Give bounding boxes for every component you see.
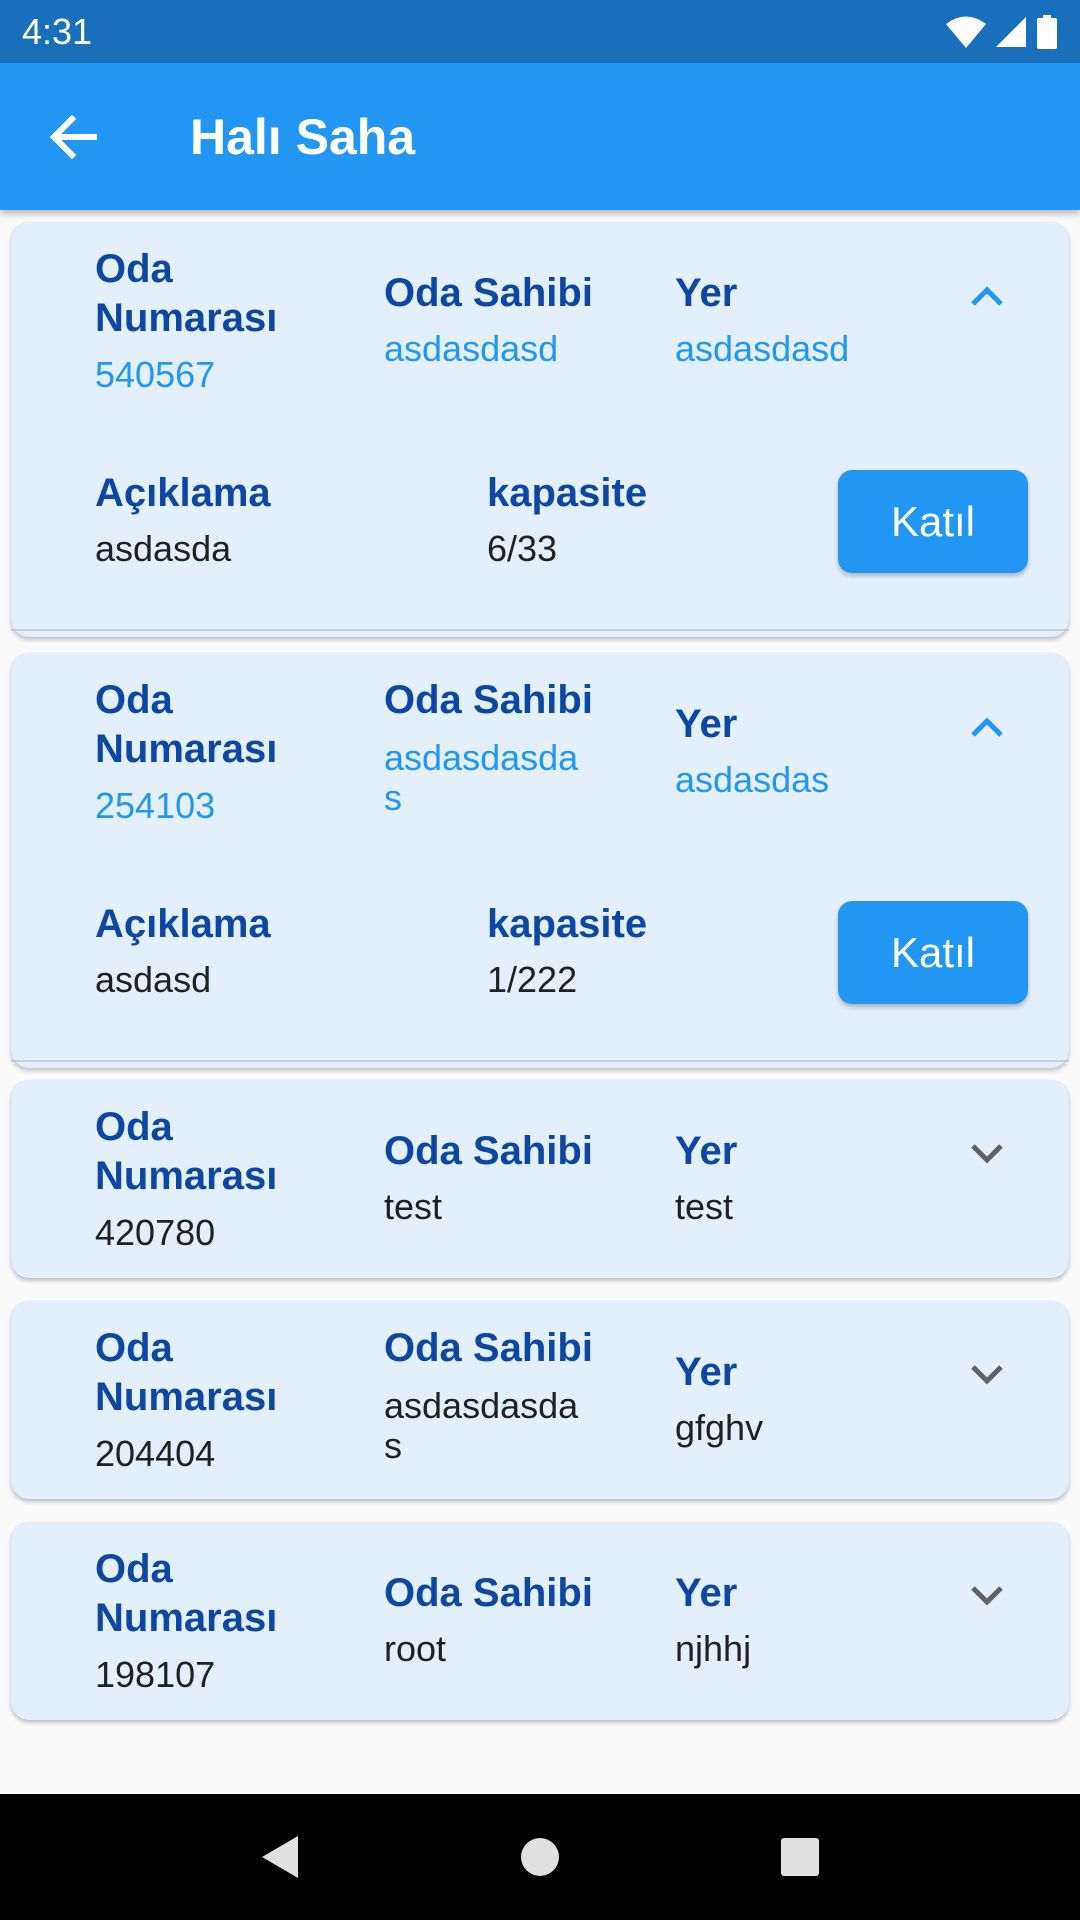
- divider: [11, 1060, 1069, 1062]
- triangle-back-icon: [262, 1836, 298, 1878]
- arrow-back-icon: [50, 114, 97, 159]
- room-list[interactable]: Oda Numarası 540567 Oda Sahibi asdasdasd…: [0, 210, 1080, 1794]
- nav-back-button[interactable]: [235, 1812, 325, 1902]
- room-card[interactable]: Oda Numarası 540567 Oda Sahibi asdasdasd…: [11, 222, 1069, 637]
- location-label: Yer: [675, 702, 738, 746]
- back-button[interactable]: [0, 63, 148, 210]
- join-button[interactable]: Katıl: [838, 901, 1028, 1004]
- description-label: Açıklama: [95, 902, 271, 946]
- room-owner-value: test: [384, 1186, 443, 1227]
- room-owner-value: asdasdasdas: [384, 737, 579, 818]
- system-nav-bar: [0, 1794, 1080, 1920]
- square-recents-icon: [781, 1838, 819, 1876]
- room-owner-label: Oda Sahibi: [384, 1129, 593, 1173]
- room-owner-label: Oda Sahibi: [384, 1326, 593, 1370]
- collapse-button[interactable]: [955, 695, 1019, 759]
- location-label: Yer: [675, 271, 738, 315]
- page-title: Halı Saha: [190, 108, 416, 165]
- nav-home-button[interactable]: [495, 1812, 585, 1902]
- nav-recents-button[interactable]: [755, 1812, 845, 1902]
- status-time: 4:31: [22, 10, 93, 52]
- location-value: gfghv: [675, 1407, 764, 1448]
- room-owner-label: Oda Sahibi: [384, 271, 593, 315]
- location-label: Yer: [675, 1350, 738, 1394]
- room-number-label: Oda Numarası: [95, 678, 278, 771]
- location-value: njhhj: [675, 1628, 752, 1669]
- capacity-value: 1/222: [487, 959, 578, 1000]
- expand-button[interactable]: [955, 1564, 1019, 1628]
- room-owner-label: Oda Sahibi: [384, 678, 593, 722]
- battery-icon: [1037, 14, 1057, 49]
- chevron-up-icon: [971, 717, 1003, 737]
- room-owner-value: asdasdasd: [384, 328, 559, 369]
- room-card[interactable]: Oda Numarası 198107 Oda Sahibi root Yer …: [11, 1522, 1069, 1720]
- wifi-icon: [946, 16, 986, 48]
- room-card[interactable]: Oda Numarası 254103 Oda Sahibi asdasdasd…: [11, 653, 1069, 1068]
- chevron-up-icon: [971, 286, 1003, 306]
- collapse-button[interactable]: [955, 264, 1019, 328]
- capacity-label: kapasite: [487, 471, 648, 515]
- chevron-down-icon: [971, 1586, 1003, 1606]
- room-number-value: 204404: [95, 1433, 216, 1474]
- chevron-down-icon: [971, 1365, 1003, 1385]
- status-bar: 4:31: [0, 0, 1080, 63]
- location-label: Yer: [675, 1129, 738, 1173]
- room-number-value: 540567: [95, 354, 216, 395]
- room-owner-label: Oda Sahibi: [384, 1571, 593, 1615]
- location-value: asdasdas: [675, 759, 830, 800]
- room-number-value: 420780: [95, 1212, 216, 1253]
- chevron-down-icon: [971, 1144, 1003, 1164]
- join-button[interactable]: Katıl: [838, 470, 1028, 573]
- room-card[interactable]: Oda Numarası 204404 Oda Sahibi asdasdasd…: [11, 1301, 1069, 1499]
- room-number-label: Oda Numarası: [95, 1326, 278, 1419]
- expand-button[interactable]: [955, 1122, 1019, 1186]
- location-value: test: [675, 1186, 734, 1227]
- room-card[interactable]: Oda Numarası 420780 Oda Sahibi test Yer …: [11, 1080, 1069, 1278]
- app-bar: Halı Saha: [0, 63, 1080, 210]
- room-number-label: Oda Numarası: [95, 1547, 278, 1640]
- room-number-value: 198107: [95, 1654, 216, 1695]
- room-owner-value: root: [384, 1628, 447, 1669]
- status-icons: [946, 14, 1058, 49]
- room-number-value: 254103: [95, 785, 216, 826]
- description-label: Açıklama: [95, 471, 271, 515]
- description-value: asdasda: [95, 528, 232, 569]
- room-owner-value: asdasdasdas: [384, 1385, 579, 1466]
- description-value: asdasd: [95, 959, 212, 1000]
- location-label: Yer: [675, 1571, 738, 1615]
- signal-icon: [996, 16, 1026, 47]
- room-number-label: Oda Numarası: [95, 247, 278, 340]
- divider: [11, 629, 1069, 631]
- location-value: asdasdasd: [675, 328, 850, 369]
- capacity-label: kapasite: [487, 902, 648, 946]
- circle-home-icon: [521, 1838, 559, 1876]
- capacity-value: 6/33: [487, 528, 558, 569]
- room-number-label: Oda Numarası: [95, 1105, 278, 1198]
- expand-button[interactable]: [955, 1343, 1019, 1407]
